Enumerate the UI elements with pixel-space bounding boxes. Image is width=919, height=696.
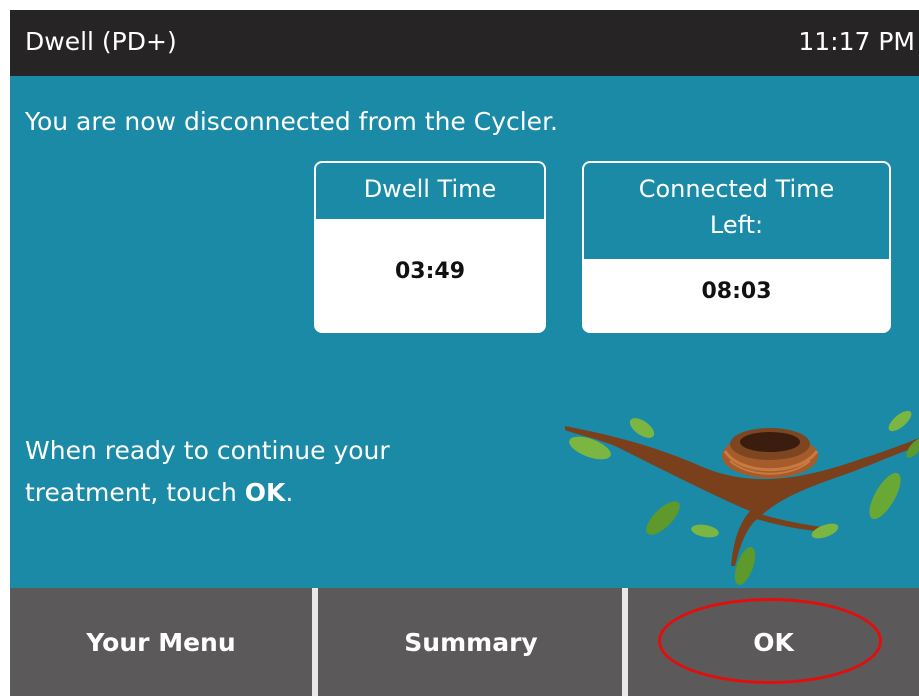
connected-time-label-line2: Left: xyxy=(709,211,764,239)
continue-line1: When ready to continue your xyxy=(25,436,390,465)
continue-line2: treatment, touch OK. xyxy=(25,472,390,514)
status-bar: Dwell (PD+) 11:17 PM xyxy=(10,10,919,76)
continue-text: treatment, touch xyxy=(25,478,245,507)
ok-highlight-circle xyxy=(658,598,882,684)
your-menu-button[interactable]: Your Menu xyxy=(10,588,312,696)
bottom-toolbar: Your Menu Summary OK xyxy=(10,588,919,696)
continue-ok-word: OK xyxy=(244,478,286,507)
disconnected-message: You are now disconnected from the Cycler… xyxy=(25,107,558,136)
device-screen: Dwell (PD+) 11:17 PM You are now disconn… xyxy=(10,10,919,696)
connected-time-label-line1: Connected Time xyxy=(638,175,835,203)
summary-button[interactable]: Summary xyxy=(320,588,622,696)
connected-time-label: Connected Time Left: xyxy=(584,163,889,259)
screen-title: Dwell (PD+) xyxy=(25,27,177,56)
bird-nest-branch-icon xyxy=(565,410,919,585)
connected-time-value: 08:03 xyxy=(701,279,772,304)
continue-period: . xyxy=(285,478,294,507)
connected-time-card: Connected Time Left: 08:03 xyxy=(582,161,891,333)
button-divider xyxy=(312,588,318,696)
main-panel: You are now disconnected from the Cycler… xyxy=(10,76,919,588)
dwell-time-value: 03:49 xyxy=(394,259,466,284)
continue-instructions: When ready to continue your treatment, t… xyxy=(25,430,390,514)
dwell-time-card: Dwell Time 03:49 xyxy=(314,161,546,333)
clock: 11:17 PM xyxy=(798,27,915,56)
dwell-time-label: Dwell Time xyxy=(316,163,544,219)
